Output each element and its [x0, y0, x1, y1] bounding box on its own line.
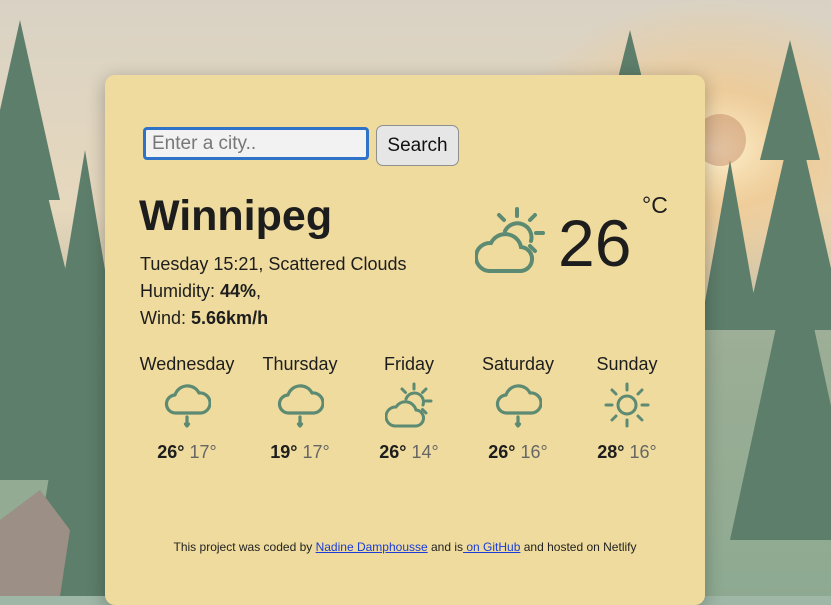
- forecast-low: 16°: [629, 442, 657, 462]
- forecast-day-name: Saturday: [481, 354, 555, 374]
- forecast-day: Friday 26° 14°: [354, 353, 464, 463]
- forecast-day: Wednesday 26° 17°: [132, 353, 242, 463]
- partly-cloudy-icon: [385, 382, 433, 428]
- forecast-high: 28°: [597, 442, 625, 462]
- forecast-day: Saturday 26° 16°: [463, 353, 573, 463]
- footer-suffix: and hosted on Netlify: [520, 540, 637, 554]
- forecast-day-name: Friday: [383, 354, 434, 374]
- forecast-day-name: Wednesday: [139, 354, 235, 374]
- forecast-high: 19°: [270, 442, 298, 462]
- forecast-day: Sunday 28° 16°: [572, 353, 682, 463]
- forecast-high: 26°: [488, 442, 516, 462]
- forecast-low: 16°: [520, 442, 548, 462]
- forecast-row: Wednesday 26° 17° Thursday 19° 17° Frida…: [135, 353, 675, 473]
- search-button[interactable]: Search: [376, 125, 459, 166]
- humidity-value: 44%: [220, 281, 257, 301]
- forecast-low: 17°: [302, 442, 330, 462]
- forecast-low: 14°: [411, 442, 439, 462]
- footer-credits: This project was coded by Nadine Damphou…: [105, 540, 705, 554]
- footer-middle: and is: [427, 540, 464, 554]
- author-link[interactable]: Nadine Damphousse: [316, 540, 428, 554]
- forecast-day: Thursday 19° 17°: [245, 353, 355, 463]
- city-search-input[interactable]: [143, 127, 369, 160]
- forecast-low: 17°: [189, 442, 217, 462]
- rain-cloud-icon: [164, 384, 211, 428]
- city-name: Winnipeg: [139, 192, 333, 240]
- celsius-unit-toggle[interactable]: °C: [642, 192, 668, 219]
- humidity-label: Humidity:: [140, 281, 221, 301]
- current-details: Tuesday 15:21, Scattered Clouds Humidity…: [140, 251, 407, 332]
- forecast-day-name: Thursday: [262, 354, 338, 374]
- rain-cloud-icon: [495, 384, 542, 428]
- weather-card: Search Winnipeg Tuesday 15:21, Scattered…: [105, 75, 705, 605]
- humidity-line: Humidity: 44%,: [140, 278, 407, 305]
- date-description: Tuesday 15:21, Scattered Clouds: [140, 254, 407, 274]
- github-link[interactable]: on GitHub: [463, 540, 520, 554]
- forecast-high: 26°: [379, 442, 407, 462]
- sun-icon: [604, 382, 650, 428]
- wind-value: 5.66km/h: [191, 308, 269, 328]
- current-temperature: 26: [558, 206, 632, 280]
- footer-prefix: This project was coded by: [173, 540, 316, 554]
- forecast-day-name: Sunday: [596, 354, 658, 374]
- rain-cloud-icon: [277, 384, 324, 428]
- partly-cloudy-icon: [475, 207, 545, 274]
- humidity-suffix: ,: [256, 281, 262, 301]
- forecast-high: 26°: [157, 442, 185, 462]
- wind-line: Wind: 5.66km/h: [140, 305, 407, 332]
- wind-label: Wind:: [140, 308, 192, 328]
